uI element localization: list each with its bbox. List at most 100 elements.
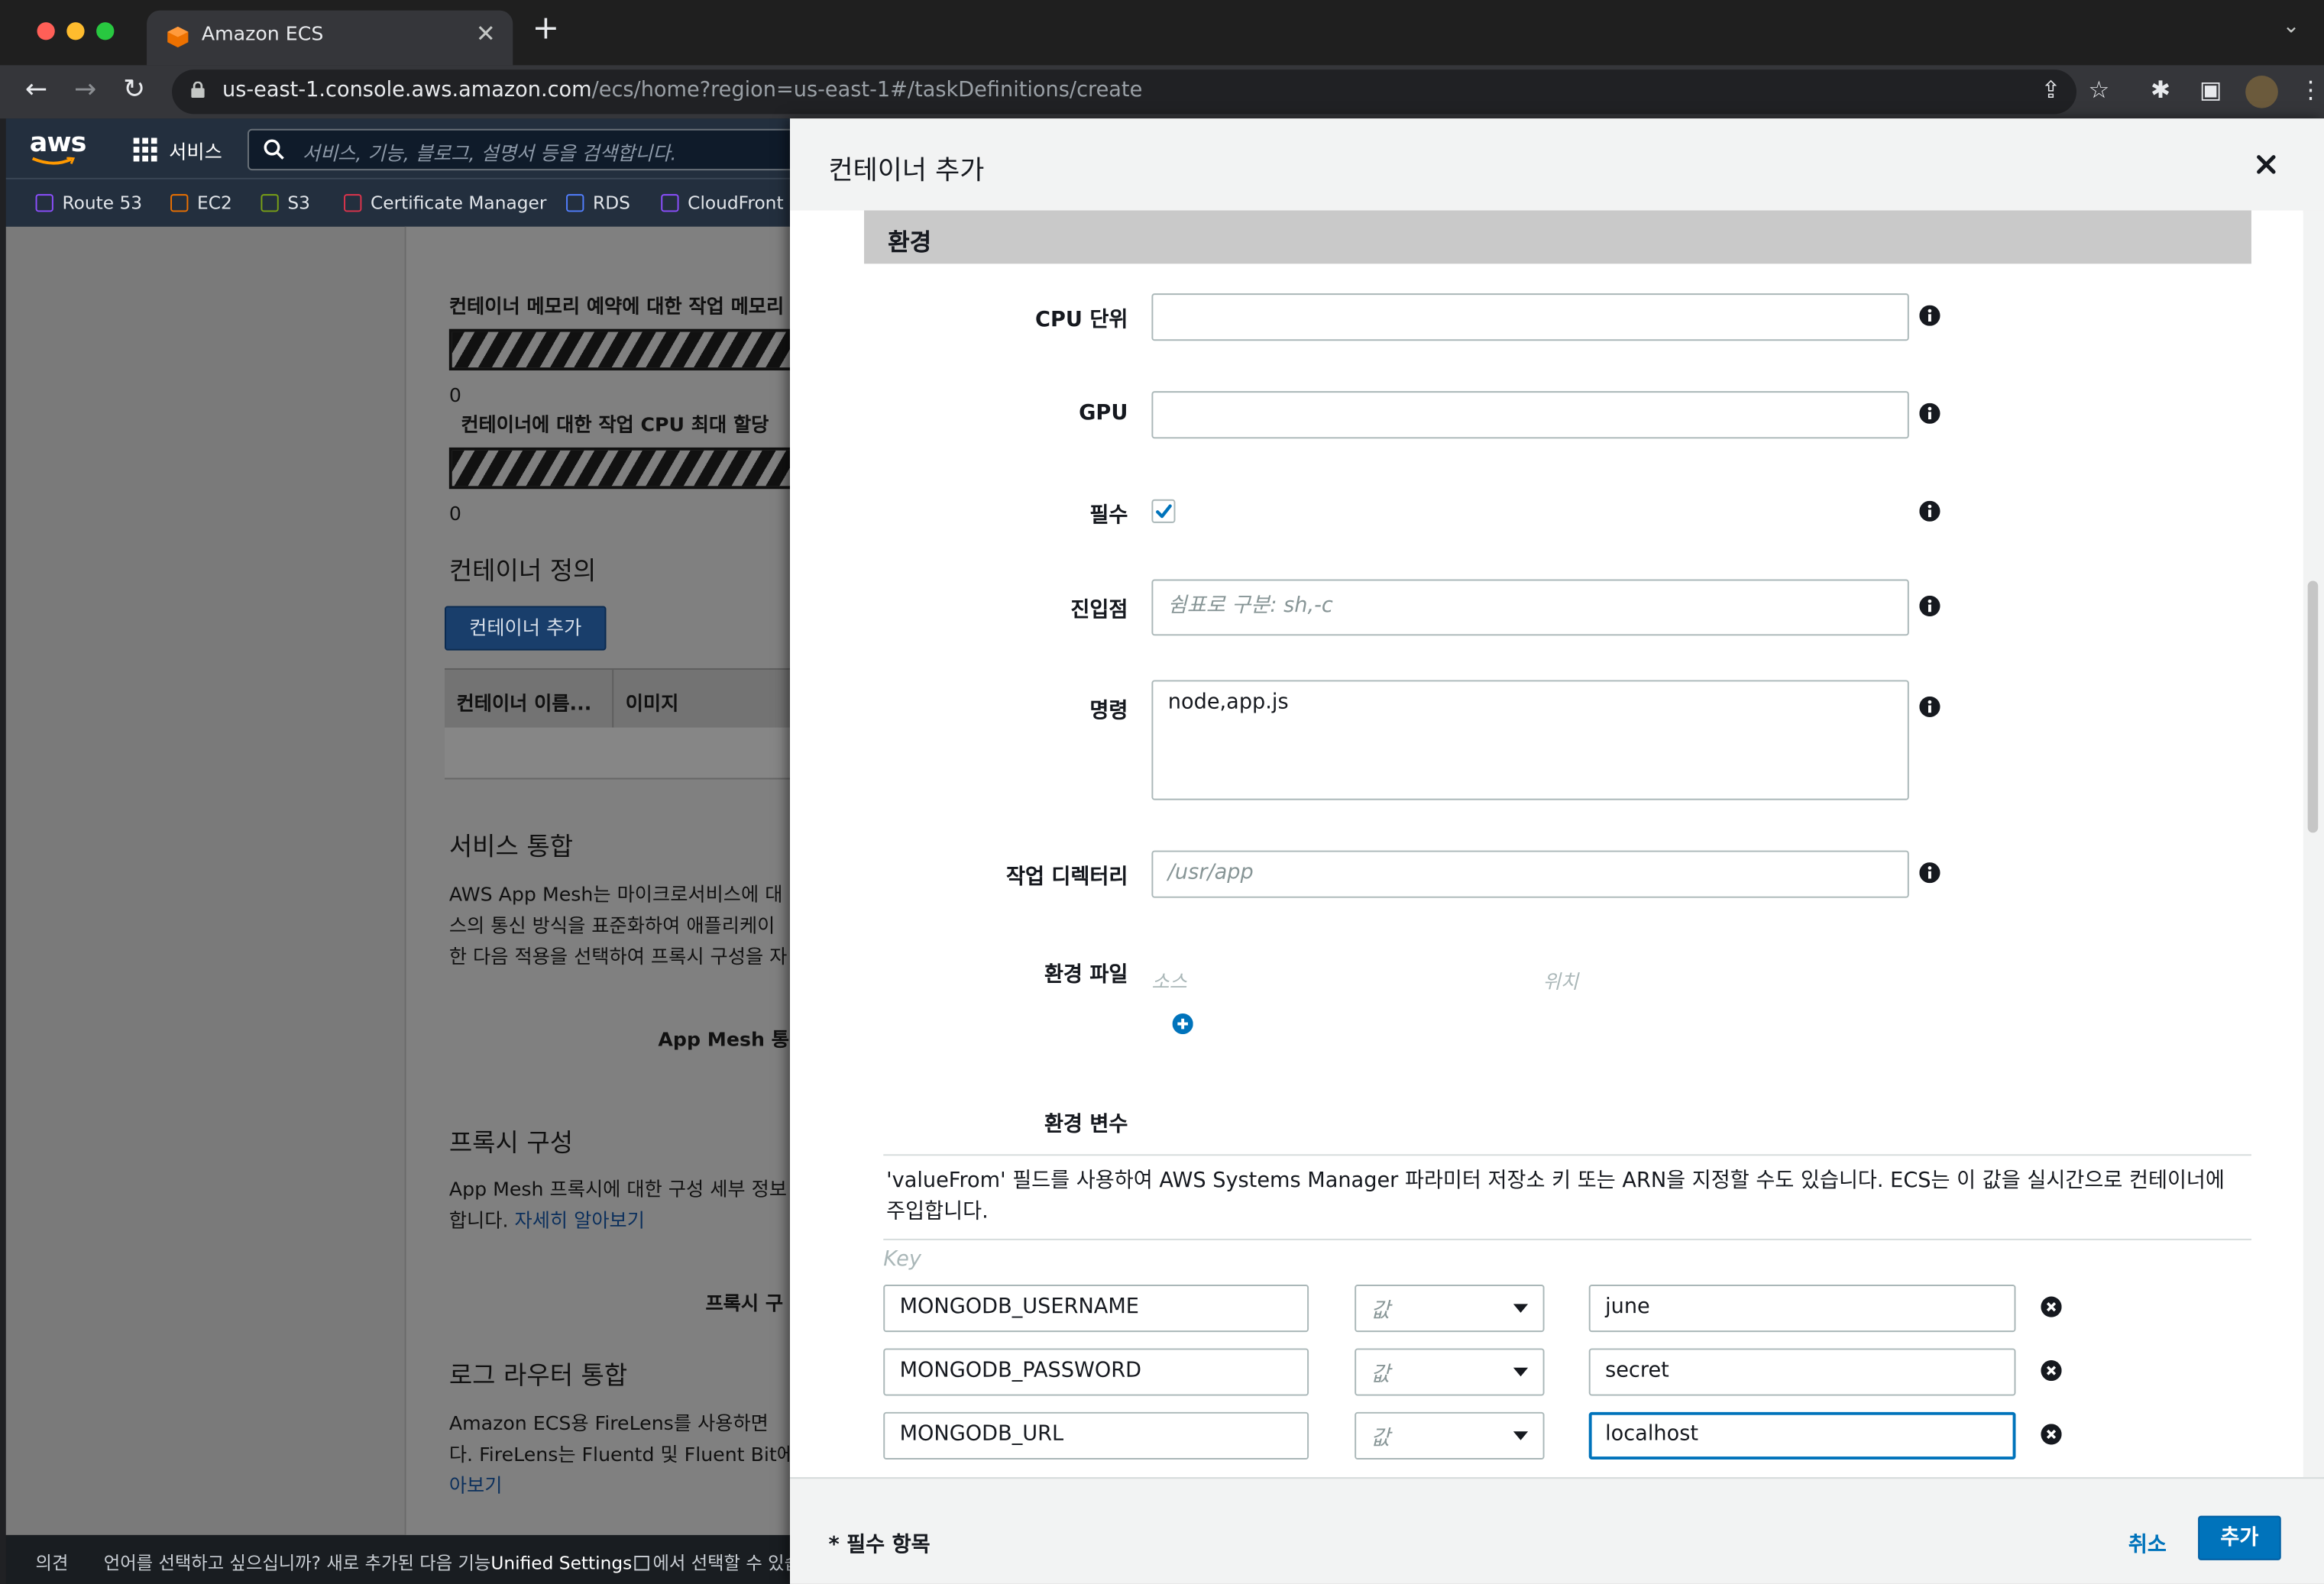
env-type-select[interactable]: 값	[1355, 1285, 1545, 1333]
env-key-input[interactable]: MONGODB_URL	[883, 1411, 1309, 1460]
minimize-window-button[interactable]	[66, 22, 85, 40]
env-type-select[interactable]: 값	[1355, 1411, 1545, 1460]
learn-more-link[interactable]: 자세히 알아보기	[515, 1211, 645, 1233]
info-icon[interactable]	[1919, 595, 1940, 617]
info-icon[interactable]	[1919, 696, 1940, 717]
env-type-select[interactable]: 값	[1355, 1348, 1545, 1396]
add-container-button[interactable]: 컨테이너 추가	[445, 606, 607, 651]
zoom-window-button[interactable]	[96, 22, 115, 40]
env-value-input[interactable]: secret	[1588, 1348, 2016, 1396]
env-key-header: Key	[883, 1247, 921, 1272]
close-window-button[interactable]	[37, 22, 55, 40]
aws-logo[interactable]: aws	[30, 128, 87, 159]
modal-header: 컨테이너 추가	[790, 118, 2324, 212]
column-container-name[interactable]: 컨테이너 이름...	[457, 687, 592, 716]
remove-icon[interactable]	[2041, 1296, 2062, 1317]
gpu-input[interactable]	[1151, 391, 1909, 439]
checkmark-icon	[1156, 504, 1172, 519]
cpu-units-input[interactable]	[1151, 293, 1909, 341]
bookmark-star-icon[interactable]: ☆	[2089, 76, 2110, 104]
memory-reservation-label: 컨테이너 메모리 예약에 대한 작업 메모리	[448, 296, 785, 319]
environment-section-title: 환경	[888, 228, 932, 257]
modal-title: 컨테이너 추가	[828, 155, 985, 187]
info-icon[interactable]	[1919, 402, 1940, 424]
modal-scrollbar[interactable]	[2303, 210, 2324, 1478]
remove-icon[interactable]	[2041, 1359, 2062, 1382]
aws-ecs-favicon-icon	[167, 26, 189, 48]
command-textarea[interactable]: node,app.js	[1151, 680, 1909, 800]
back-icon[interactable]: ←	[25, 75, 47, 105]
tab-close-icon[interactable]: ✕	[476, 19, 496, 47]
favorite-certificate-manager[interactable]: Certificate Manager	[344, 192, 546, 213]
entrypoint-textarea[interactable]: 쉼표로 구분: sh,-c	[1151, 579, 1909, 636]
service-integration-line: 스의 통신 방식을 표준화하여 애플리케이	[448, 915, 775, 939]
info-icon[interactable]	[1919, 305, 1940, 326]
log-router-line: Amazon ECS용 FireLens를 사용하면	[448, 1413, 769, 1436]
profile-avatar[interactable]	[2245, 75, 2278, 108]
add-container-modal: 컨테이너 추가 환경 CPU 단위 GPU 필수 진입점 쉼표로 구분: sh,…	[790, 118, 2324, 1584]
favorites-bar: Route 53 EC2 S3 Certificate Manager RDS …	[5, 177, 807, 228]
services-grid-icon[interactable]	[133, 137, 157, 162]
entrypoint-placeholder: 쉼표로 구분: sh,-c	[1167, 593, 1333, 619]
aws-top-nav: aws 서비스 서비스, 기능, 블로그, 설명서 등을 검색합니다.	[5, 118, 811, 178]
forward-icon[interactable]: →	[74, 75, 96, 105]
environment-section-header: 환경	[864, 210, 2251, 264]
info-icon[interactable]	[1919, 862, 1940, 884]
remove-icon[interactable]	[2041, 1424, 2062, 1445]
console-search-input[interactable]: 서비스, 기능, 블로그, 설명서 등을 검색합니다.	[247, 128, 811, 171]
value-from-note: 'valueFrom' 필드를 사용하여 AWS Systems Manager…	[883, 1154, 2251, 1240]
scrollbar-thumb[interactable]	[2307, 580, 2319, 833]
cloudfront-icon	[661, 194, 679, 212]
address-bar[interactable]: us-east-1.console.aws.amazon.com/ecs/hom…	[172, 70, 2077, 115]
extensions-icon[interactable]: ✱	[2151, 76, 2170, 104]
browser-tab[interactable]: Amazon ECS ✕	[147, 10, 513, 66]
add-button[interactable]: 추가	[2198, 1515, 2281, 1560]
env-key-input[interactable]: MONGODB_USERNAME	[883, 1285, 1309, 1333]
favorite-rds[interactable]: RDS	[566, 192, 630, 213]
feedback-link[interactable]: 의견	[36, 1550, 69, 1575]
essential-label: 필수	[1089, 503, 1128, 528]
proxy-config-label: 프록시 구	[705, 1293, 784, 1316]
favorite-s3[interactable]: S3	[261, 192, 310, 213]
favorite-route53[interactable]: Route 53	[35, 192, 142, 213]
gpu-label: GPU	[1079, 401, 1128, 425]
favorite-ec2[interactable]: EC2	[170, 192, 232, 213]
env-key-input[interactable]: MONGODB_PASSWORD	[883, 1348, 1309, 1396]
environment-files-label: 환경 파일	[1044, 963, 1128, 988]
env-value-input[interactable]: june	[1588, 1285, 2016, 1333]
cancel-button[interactable]: 취소	[2128, 1529, 2167, 1559]
env-value-input[interactable]: localhost	[1588, 1411, 2016, 1460]
close-icon[interactable]	[2254, 153, 2278, 176]
essential-checkbox[interactable]	[1151, 499, 1176, 523]
services-menu[interactable]: 서비스	[169, 136, 222, 164]
reload-icon[interactable]: ↻	[123, 75, 145, 105]
menu-kebab-icon[interactable]: ⋮	[2299, 76, 2322, 104]
search-placeholder: 서비스, 기능, 블로그, 설명서 등을 검색합니다.	[302, 144, 677, 166]
tab-search-chevron-icon[interactable]: ⌄	[2283, 15, 2300, 38]
column-image[interactable]: 이미지	[626, 687, 679, 716]
favorite-cloudfront[interactable]: CloudFront	[661, 192, 784, 213]
app-mesh-label: App Mesh 통	[658, 1030, 789, 1052]
share-icon[interactable]: ⇪	[2041, 76, 2060, 104]
service-integration-title: 서비스 통합	[448, 832, 574, 863]
proxy-line: 합니다. 자세히 알아보기	[448, 1211, 645, 1233]
working-directory-input[interactable]: /usr/app	[1151, 850, 1909, 898]
new-tab-icon[interactable]: +	[532, 12, 559, 46]
command-label: 명령	[1089, 699, 1128, 723]
aws-smile-icon	[31, 157, 76, 165]
unified-settings-link[interactable]: Unified Settings	[490, 1553, 632, 1573]
proxy-configuration-title: 프록시 구성	[448, 1129, 574, 1159]
working-directory-label: 작업 디렉터리	[1005, 865, 1128, 890]
add-environment-file-icon[interactable]	[1172, 1013, 1193, 1035]
entrypoint-label: 진입점	[1070, 598, 1128, 622]
cpu-units-label: CPU 단위	[1035, 308, 1128, 332]
modal-body[interactable]: 환경 CPU 단위 GPU 필수 진입점 쉼표로 구분: sh,-c 명령 no…	[790, 210, 2303, 1478]
log-router-learn-more-link[interactable]: 아보기	[449, 1470, 503, 1498]
container-table-body	[445, 727, 807, 780]
side-panel-icon[interactable]: ▣	[2199, 76, 2222, 104]
info-icon[interactable]	[1919, 500, 1940, 522]
memory-bar	[448, 328, 807, 371]
cpu-allocation-label: 컨테이너에 대한 작업 CPU 최대 할당	[461, 415, 769, 438]
s3-icon	[261, 194, 279, 212]
service-integration-line: AWS App Mesh는 마이크로서비스에 대	[448, 884, 783, 907]
